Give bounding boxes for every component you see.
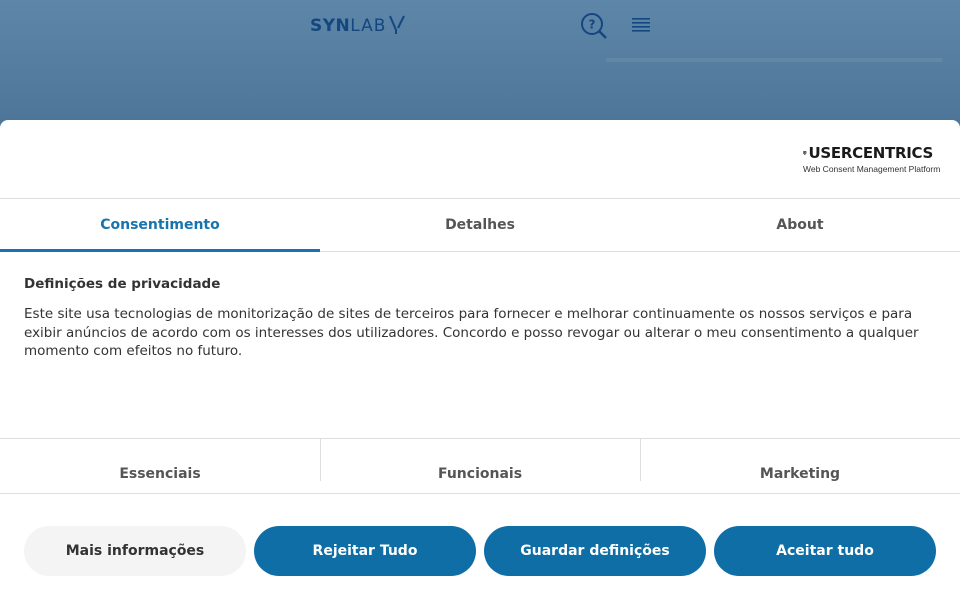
logo-primary-text: SYN [310, 16, 351, 36]
category-funcionais[interactable]: Funcionais [320, 439, 640, 494]
consent-tabs: Consentimento Detalhes About [0, 198, 960, 252]
logo-secondary-text: LAB [350, 16, 387, 36]
privacy-description: Este site usa tecnologias de monitorizaç… [24, 306, 919, 359]
consent-footer: Mais informações Rejeitar Tudo Guardar d… [0, 493, 960, 600]
category-marketing[interactable]: Marketing [640, 439, 960, 494]
synlab-logo[interactable]: SYN LAB [310, 14, 406, 36]
save-settings-button[interactable]: Guardar definições [484, 526, 706, 576]
usercentrics-brand-name: USERCENTRICS [808, 144, 934, 162]
synlab-mark-icon [389, 15, 406, 34]
usercentrics-tagline: Web Consent Management Platform [803, 164, 941, 174]
accept-all-button[interactable]: Aceitar tudo [714, 526, 936, 576]
consent-modal: USERCENTRICS Web Consent Management Plat… [0, 120, 960, 600]
menu-icon[interactable] [631, 16, 651, 34]
more-info-button[interactable]: Mais informações [24, 526, 246, 576]
help-search-icon[interactable]: ? [580, 12, 608, 40]
svg-text:?: ? [589, 18, 596, 32]
consent-categories: Essenciais Funcionais Marketing [0, 438, 960, 494]
privacy-heading: Definições de privacidade [24, 276, 221, 292]
tab-about[interactable]: About [640, 199, 960, 251]
site-search-bar [606, 58, 942, 62]
usercentrics-shield-icon [803, 151, 807, 155]
reject-all-button[interactable]: Rejeitar Tudo [254, 526, 476, 576]
usercentrics-logo: USERCENTRICS Web Consent Management Plat… [803, 144, 941, 178]
category-essenciais[interactable]: Essenciais [0, 439, 320, 494]
tab-consentimento[interactable]: Consentimento [0, 199, 320, 252]
consent-content: Definições de privacidade Este site usa … [24, 276, 924, 361]
tab-detalhes[interactable]: Detalhes [320, 199, 640, 251]
